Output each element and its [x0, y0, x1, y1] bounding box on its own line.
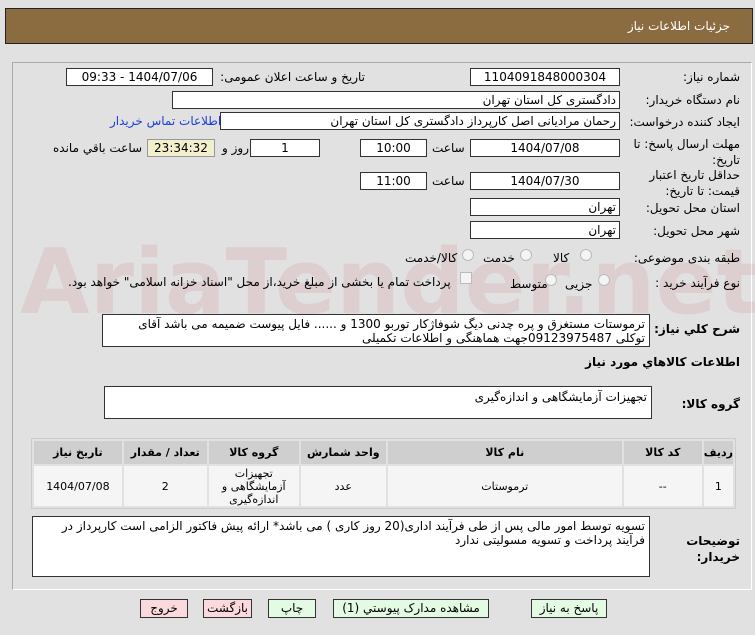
col-row: ردیف [703, 441, 733, 464]
col-group: گروه کالا [208, 441, 299, 464]
description-field[interactable]: ترموستات مستغرق و پره چدنی دیگ شوفاژکار … [102, 314, 650, 347]
cell-unit: عدد [300, 466, 386, 506]
goods-group-label: گروه کالا: [681, 397, 740, 411]
reply-button[interactable]: پاسخ به نیاز [531, 599, 607, 618]
page-header: جزئیات اطلاعات نیاز [5, 8, 753, 44]
radio-goods-label: کالا [553, 251, 570, 265]
table-row: 1 -- ترموستات عدد تجهیزات آزمایشگاهی و ا… [34, 466, 733, 506]
radio-minor[interactable] [598, 274, 610, 286]
col-qty: تعداد / مقدار [123, 441, 207, 464]
radio-goods-service[interactable] [462, 249, 474, 261]
payment-note: پرداخت تمام یا بخشی از مبلغ خرید،از محل … [68, 275, 451, 289]
validity-label: حداقل تاریخ اعتبار قیمت: تا تاریخ: [649, 168, 740, 198]
days-label: روز و [222, 141, 249, 155]
province-label: استان محل تحویل: [645, 201, 740, 215]
deadline-label: مهلت ارسال پاسخ: تا تاریخ: [633, 137, 740, 167]
need-number-label: شماره نیاز: [683, 70, 740, 84]
col-code: کد کالا [623, 441, 702, 464]
city-field[interactable]: تهران [470, 221, 620, 239]
goods-table: ردیف کد کالا نام کالا واحد شمارش گروه کا… [31, 438, 736, 509]
treasury-checkbox[interactable] [460, 272, 472, 284]
page-title: جزئیات اطلاعات نیاز [627, 19, 730, 33]
description-label: شرح کلي نیاز: [654, 322, 740, 336]
col-name: نام کالا [387, 441, 622, 464]
deadline-time-label: ساعت [432, 141, 465, 155]
radio-minor-label: جزیی [565, 277, 593, 291]
cell-code: -- [623, 466, 702, 506]
validity-time-label: ساعت [432, 174, 465, 188]
back-button[interactable]: بازگشت [203, 599, 252, 618]
category-label: طبقه بندی موضوعی: [633, 251, 740, 265]
cell-group: تجهیزات آزمایشگاهی و اندازه‌گیری [208, 466, 299, 506]
announce-label: تاریخ و ساعت اعلان عمومی: [220, 70, 365, 84]
remaining-label: ساعت باقي مانده [53, 141, 143, 155]
process-label: نوع فرآیند خرید : [655, 276, 740, 290]
creator-field[interactable]: رحمان مرادیانی اصل کارپرداز دادگستری کل … [220, 112, 620, 130]
announce-field[interactable]: 1404/07/06 - 09:33 [66, 68, 213, 86]
radio-service-label: خدمت [483, 251, 515, 265]
buyer-field[interactable]: دادگستری کل استان تهران [172, 91, 620, 109]
cell-row: 1 [703, 466, 733, 506]
need-number-field[interactable]: 1104091848000304 [470, 68, 620, 86]
cell-date: 1404/07/08 [34, 466, 122, 506]
notes-field[interactable]: تسویه توسط امور مالی پس از طی فرآیند ادا… [32, 516, 650, 577]
radio-goods[interactable] [580, 249, 592, 261]
goods-info-title: اطلاعات کالاهاي مورد نیاز [585, 355, 740, 369]
table-header-row: ردیف کد کالا نام کالا واحد شمارش گروه کا… [34, 441, 733, 464]
col-unit: واحد شمارش [300, 441, 386, 464]
creator-label: ایجاد کننده درخواست: [629, 115, 740, 129]
validity-time-field[interactable]: 11:00 [360, 172, 427, 190]
deadline-time-field[interactable]: 10:00 [360, 139, 427, 157]
radio-goods-service-label: کالا/خدمت [405, 251, 458, 265]
buyer-label: نام دستگاه خریدار: [645, 93, 741, 107]
exit-button[interactable]: خروج [140, 599, 188, 618]
radio-medium-label: متوسط [510, 277, 548, 291]
notes-label: توضیحات خریدار: [686, 534, 740, 564]
view-attachments-button[interactable]: مشاهده مدارک پیوستي (1) [333, 599, 489, 618]
radio-service[interactable] [520, 249, 532, 261]
deadline-date-field[interactable]: 1404/07/08 [470, 139, 620, 157]
contact-buyer-link[interactable]: اطلاعات تماس خریدار [110, 114, 221, 128]
days-field[interactable]: 1 [250, 139, 320, 157]
cell-qty: 2 [123, 466, 207, 506]
col-date: تاریخ نیاز [34, 441, 122, 464]
goods-group-field[interactable]: تجهیزات آزمایشگاهی و اندازه‌گیری [104, 386, 652, 419]
province-field[interactable]: تهران [470, 198, 620, 216]
print-button[interactable]: چاپ [268, 599, 316, 618]
remaining-time: 23:34:32 [147, 139, 215, 157]
cell-name: ترموستات [387, 466, 622, 506]
city-label: شهر محل تحویل: [653, 224, 740, 238]
validity-date-field[interactable]: 1404/07/30 [470, 172, 620, 190]
